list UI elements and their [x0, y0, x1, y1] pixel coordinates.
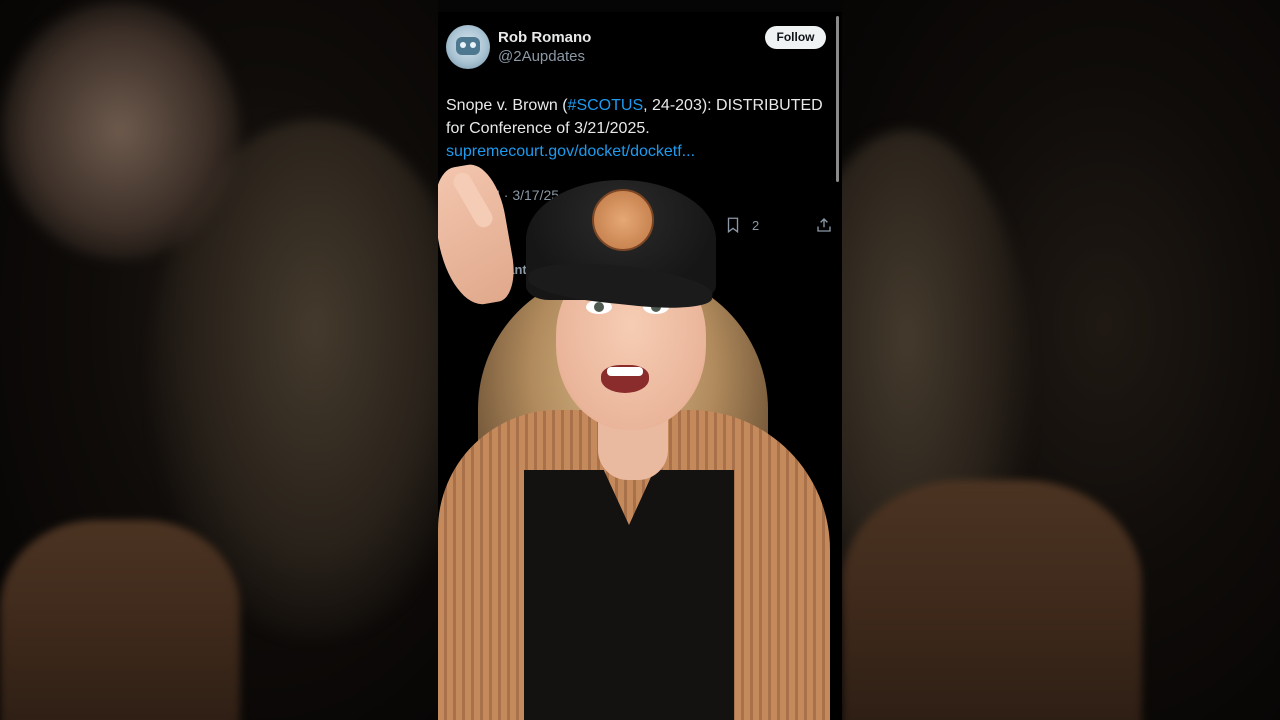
tweet-card: Rob Romano @2Aupdates Follow Snope v. Br…	[438, 12, 842, 292]
video-frame[interactable]: Rob Romano @2Aupdates Follow Snope v. Br…	[438, 0, 842, 720]
video-top-bar	[438, 0, 842, 12]
reply-count: 22	[474, 217, 489, 233]
author-handle: @2Aupdates	[498, 48, 585, 65]
robot-avatar	[446, 25, 490, 69]
reply-action: 22	[446, 216, 488, 234]
tweet-text-start: Snope v. Brown (	[446, 97, 568, 114]
share-icon	[817, 218, 831, 232]
reply-icon	[448, 218, 462, 233]
blurred-background-right	[842, 0, 1280, 720]
video-stage: Rob Romano @2Aupdates Follow Snope v. Br…	[0, 0, 1280, 720]
relevant-label: vant	[500, 262, 527, 277]
tweet-actions: 22 2	[438, 216, 842, 240]
follow-button: Follow	[765, 26, 826, 49]
tweet-text: Snope v. Brown (#SCOTUS, 24-203): DISTRI…	[446, 94, 826, 163]
scrollbar	[836, 16, 839, 182]
bookmark-action: 2	[724, 216, 759, 234]
hashtag-link: #SCOTUS	[567, 97, 644, 114]
tweet-timestamp: 2 AM · 3/17/25 · 6	[468, 187, 580, 203]
bookmark-icon	[727, 217, 739, 234]
author-name: Rob Romano	[498, 29, 592, 46]
blurred-background-left	[0, 0, 438, 720]
bookmark-count: 2	[752, 217, 760, 233]
share-action	[815, 216, 833, 234]
docket-link: supremecourt.gov/docket/docketf...	[446, 143, 696, 160]
